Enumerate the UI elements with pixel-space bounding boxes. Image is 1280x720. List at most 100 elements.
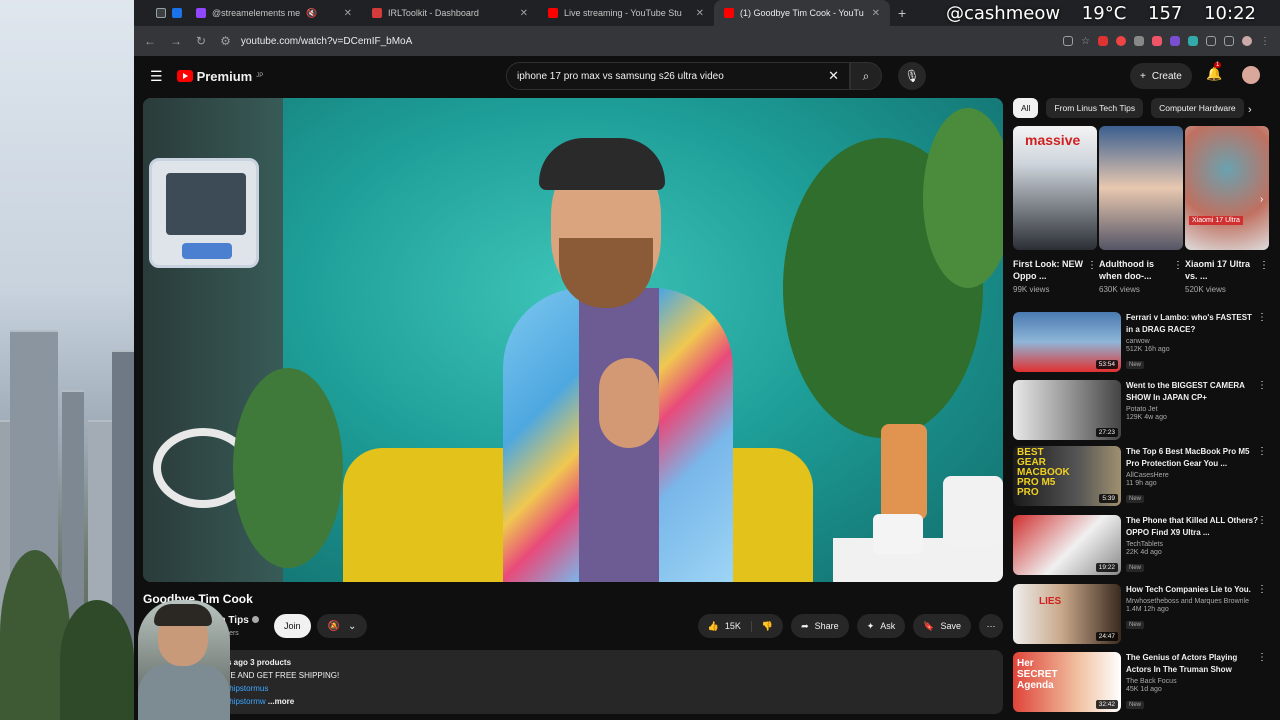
site-info-icon[interactable]: ⚙ [220, 34, 231, 48]
video-menu-icon[interactable]: ⋮ [1257, 584, 1267, 595]
new-badge: New [1126, 701, 1145, 709]
video-title-link[interactable]: The Top 6 Best MacBook Pro M5 Pro Protec… [1126, 446, 1258, 470]
short-item[interactable]: massive First Look: NEW Oppo ... 99K vie… [1013, 126, 1097, 294]
video-title-link[interactable]: Ferrari v Lambo: who's FASTEST in a DRAG… [1126, 312, 1258, 336]
video-menu-icon[interactable]: ⋮ [1257, 380, 1267, 391]
show-more-link[interactable]: ...more [268, 697, 294, 706]
join-button[interactable]: Join [274, 614, 311, 638]
video-menu-icon[interactable]: ⋮ [1257, 312, 1267, 323]
recommendation-item[interactable]: BEST GEAR MACBOOK PRO M5 PRO 5:39 The To… [1013, 446, 1273, 508]
chip-computer-hardware[interactable]: Computer Hardware [1151, 98, 1244, 118]
short-item[interactable]: Adulthood is when doo-... 630K views ⋮ [1099, 126, 1183, 294]
close-tab-icon[interactable]: ✕ [344, 8, 352, 19]
video-title-link[interactable]: The Genius of Actors Playing Actors In T… [1126, 652, 1258, 676]
browser-menu-icon[interactable]: ⋮ [1260, 36, 1270, 47]
video-thumbnail[interactable]: Her SECRET Agenda 32:42 [1013, 652, 1121, 712]
recommendation-item[interactable]: 19:22 The Phone that Killed ALL Others? … [1013, 515, 1273, 577]
description-line: AT LTTSTORE AND GET FREE SHIPPING! [183, 671, 340, 680]
chips-next-icon[interactable]: › [1248, 104, 1252, 116]
bookmark-star-icon[interactable]: ☆ [1081, 36, 1090, 47]
short-item[interactable]: Xiaomi 17 Ultra Xiaomi 17 Ultra vs. ... … [1185, 126, 1269, 294]
new-tab-button[interactable]: + [890, 5, 914, 21]
video-title-link[interactable]: How Tech Companies Lie to You. [1126, 584, 1258, 596]
short-menu-icon[interactable]: ⋮ [1173, 260, 1183, 271]
tab-pinned[interactable] [146, 0, 186, 26]
short-menu-icon[interactable]: ⋮ [1087, 260, 1097, 271]
close-tab-icon[interactable]: ✕ [520, 8, 528, 19]
like-button[interactable]: 👍 15K [698, 620, 752, 632]
ask-button[interactable]: ✦ Ask [856, 614, 906, 638]
video-thumbnail[interactable]: 27:23 [1013, 380, 1121, 440]
search-button[interactable]: ⌕ [850, 62, 882, 90]
reading-list-icon[interactable] [1224, 36, 1234, 46]
channel-name-secondary[interactable]: and Marques Brownle [1181, 598, 1249, 605]
video-player[interactable] [143, 98, 1003, 582]
channel-name[interactable]: Mrwhosetheboss [1126, 598, 1179, 605]
clear-search-icon[interactable]: ✕ [828, 68, 839, 84]
back-icon[interactable]: ← [144, 34, 156, 48]
video-menu-icon[interactable]: ⋮ [1257, 515, 1267, 526]
forward-icon[interactable]: → [170, 34, 182, 48]
extension-icon[interactable] [1134, 36, 1144, 46]
video-title-link[interactable]: The Phone that Killed ALL Others? OPPO F… [1126, 515, 1258, 539]
recommendation-item[interactable]: 53:54 Ferrari v Lambo: who's FASTEST in … [1013, 312, 1273, 374]
youtube-premium-logo[interactable]: Premium JP [176, 69, 263, 84]
url-field[interactable]: ⚙ youtube.com/watch?v=DCemIF_bMoA [220, 29, 1049, 53]
description-link[interactable]: /shipstormus [153, 682, 993, 695]
close-tab-icon[interactable]: ✕ [696, 8, 704, 19]
chip-all[interactable]: All [1013, 98, 1039, 118]
tab-youtube-video[interactable]: (1) Goodbye Tim Cook - YouTu ✕ [714, 0, 890, 26]
tab-irltoolkit[interactable]: IRLToolkit - Dashboard ✕ [362, 0, 538, 26]
shorts-next-icon[interactable]: › [1260, 194, 1263, 205]
channel-name[interactable]: carwow [1126, 338, 1258, 345]
bell-off-icon: 🔕 [327, 620, 341, 632]
channel-name[interactable]: Potato Jet [1126, 406, 1258, 413]
profile-avatar-icon[interactable] [1242, 36, 1252, 46]
mute-icon[interactable]: 🔇 [306, 8, 317, 19]
install-icon[interactable] [1063, 36, 1074, 46]
duration-badge: 24:47 [1095, 632, 1118, 641]
recommendation-item[interactable]: LIES 24:47 How Tech Companies Lie to You… [1013, 584, 1273, 646]
subscription-bell-button[interactable]: 🔕 ⌄ [317, 614, 367, 638]
dislike-button[interactable]: 👎 [752, 621, 783, 632]
video-thumbnail[interactable]: 53:54 [1013, 312, 1121, 372]
extensions-puzzle-icon[interactable] [1206, 36, 1216, 46]
extension-icon[interactable] [1116, 36, 1126, 46]
video-description[interactable]: iews 8 hours ago 3 products AT LTTSTORE … [143, 650, 1003, 714]
voice-search-button[interactable]: 🎙 [898, 62, 926, 90]
short-thumbnail[interactable]: Xiaomi 17 Ultra [1185, 126, 1269, 250]
irltoolkit-icon [372, 8, 382, 18]
tab-favicon-icon [172, 8, 182, 18]
recommendation-item[interactable]: Her SECRET Agenda 32:42 The Genius of Ac… [1013, 652, 1273, 714]
video-thumbnail[interactable]: 19:22 [1013, 515, 1121, 575]
extension-icon[interactable] [1098, 36, 1108, 46]
video-thumbnail[interactable]: LIES 24:47 [1013, 584, 1121, 644]
video-title-link[interactable]: Went to the BIGGEST CAMERA SHOW In JAPAN… [1126, 380, 1258, 404]
more-actions-button[interactable]: ⋯ [979, 614, 1003, 638]
hamburger-menu-icon[interactable]: ☰ [150, 68, 163, 85]
share-button[interactable]: ➦ Share [791, 614, 849, 638]
search-input[interactable]: iphone 17 pro max vs samsung s26 ultra v… [506, 62, 850, 90]
create-button[interactable]: + Create [1130, 63, 1192, 89]
extension-icon[interactable] [1170, 36, 1180, 46]
tab-youtube-studio[interactable]: Live streaming - YouTube Stu ✕ [538, 0, 714, 26]
chip-from-linus-tech-tips[interactable]: From Linus Tech Tips [1046, 98, 1144, 118]
recommendation-item[interactable]: 27:23 Went to the BIGGEST CAMERA SHOW In… [1013, 380, 1273, 442]
channel-name[interactable]: The Back Focus [1126, 678, 1258, 685]
extension-icon[interactable] [1188, 36, 1198, 46]
save-button[interactable]: 🔖 Save [913, 614, 971, 638]
short-menu-icon[interactable]: ⋮ [1259, 260, 1269, 271]
account-avatar[interactable] [1242, 66, 1260, 84]
video-thumbnail[interactable]: BEST GEAR MACBOOK PRO M5 PRO 5:39 [1013, 446, 1121, 506]
reload-icon[interactable]: ↻ [196, 34, 206, 48]
notifications-button[interactable]: 🔔 1 [1206, 62, 1222, 82]
channel-name[interactable]: AllCasesHere [1126, 472, 1258, 479]
video-menu-icon[interactable]: ⋮ [1257, 652, 1267, 663]
short-thumbnail[interactable] [1099, 126, 1183, 250]
channel-name[interactable]: TechTablets [1126, 541, 1258, 548]
video-menu-icon[interactable]: ⋮ [1257, 446, 1267, 457]
short-thumbnail[interactable]: massive [1013, 126, 1097, 250]
tab-streamelements[interactable]: @streamelements me 🔇 ✕ [186, 0, 362, 26]
extension-icon[interactable] [1152, 36, 1162, 46]
close-tab-icon[interactable]: ✕ [872, 8, 880, 19]
